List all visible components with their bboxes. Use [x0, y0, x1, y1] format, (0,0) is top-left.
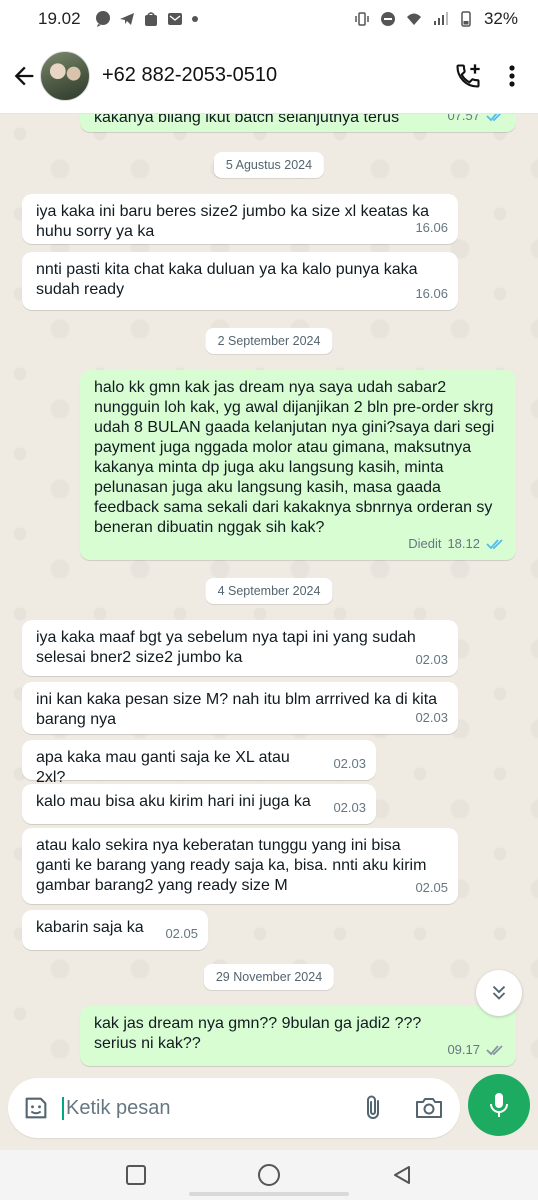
notification-icons	[95, 11, 199, 27]
dnd-icon	[380, 12, 395, 26]
message-time: 02.03	[415, 652, 448, 667]
message-bubble-incoming[interactable]: kabarin saja ka 02.05	[22, 910, 208, 950]
delivered-ticks-icon	[486, 1045, 503, 1056]
message-time: 02.03	[333, 800, 366, 815]
message-meta: 02.03	[415, 708, 448, 728]
message-time: 07.57	[447, 114, 480, 123]
avatar[interactable]	[40, 50, 90, 101]
message-time: 02.03	[415, 710, 448, 725]
message-meta: 16.06	[415, 284, 448, 304]
edited-label: Diedit	[408, 536, 442, 551]
paperclip-icon[interactable]	[362, 1094, 386, 1122]
camera-icon[interactable]	[414, 1094, 444, 1122]
system-navigation-bar	[0, 1150, 538, 1200]
message-meta: 07.57	[447, 114, 506, 126]
date-separator: 29 November 2024	[203, 964, 335, 990]
chat-area[interactable]: kakanya bilang ikut batch selanjutnya te…	[0, 114, 538, 1070]
recents-icon[interactable]	[125, 1164, 147, 1186]
message-bubble-outgoing[interactable]: halo kk gmn kak jas dream nya saya udah …	[80, 370, 516, 560]
message-text: atau kalo sekira nya keberatan tunggu ya…	[36, 837, 427, 894]
mail-icon	[167, 13, 182, 25]
message-input[interactable]	[62, 1096, 322, 1120]
voice-message-button[interactable]	[468, 1074, 530, 1136]
chat-header: +62 882-2053-0510	[0, 38, 538, 114]
sticker-icon[interactable]	[22, 1094, 50, 1122]
message-bubble-incoming[interactable]: ini kan kaka pesan size M? nah itu blm a…	[22, 682, 458, 734]
message-input-box[interactable]	[8, 1078, 460, 1138]
microphone-icon	[490, 1093, 508, 1117]
status-time: 19.02	[38, 9, 81, 28]
telegram-icon	[119, 13, 134, 25]
message-bubble-incoming[interactable]: iya kaka maaf bgt ya sebelum nya tapi in…	[22, 620, 458, 676]
message-text: kalo mau bisa aku kirim hari ini juga ka	[36, 793, 311, 810]
add-call-icon[interactable]	[454, 62, 482, 90]
message-meta: 02.03	[333, 754, 366, 774]
message-bubble-incoming[interactable]: atau kalo sekira nya keberatan tunggu ya…	[22, 828, 458, 904]
message-text: kakanya bilang ikut batch selanjutnya te…	[94, 114, 400, 126]
message-meta: 02.05	[165, 924, 198, 944]
message-text: apa kaka mau ganti saja ke XL atau 2xl?	[36, 749, 290, 786]
battery-icon	[461, 11, 471, 27]
shop-icon	[144, 12, 157, 26]
date-separator: 4 September 2024	[205, 578, 333, 604]
chat-notification-icon	[95, 11, 110, 27]
message-meta: 02.05	[415, 878, 448, 898]
date-separator: 5 Agustus 2024	[213, 152, 325, 178]
message-text: halo kk gmn kak jas dream nya saya udah …	[94, 379, 495, 536]
message-time: 02.03	[333, 756, 366, 771]
message-time: 02.05	[165, 926, 198, 941]
scroll-to-bottom-button[interactable]	[476, 970, 522, 1016]
status-bar: 19.02 32%	[0, 0, 538, 38]
more-vertical-icon[interactable]	[508, 64, 516, 88]
message-meta: 16.06	[415, 218, 448, 238]
wifi-icon	[406, 13, 421, 25]
message-time: 16.06	[415, 286, 448, 301]
battery-percent: 32%	[483, 9, 518, 28]
home-icon[interactable]	[257, 1163, 281, 1187]
dot-icon	[191, 16, 198, 22]
message-bubble-incoming[interactable]: nnti pasti kita chat kaka duluan ya ka k…	[22, 252, 458, 310]
date-separator: 2 September 2024	[205, 328, 333, 354]
contact-name[interactable]: +62 882-2053-0510	[102, 64, 277, 87]
message-time: 09.17	[447, 1042, 480, 1057]
message-meta: 02.03	[415, 650, 448, 670]
message-bubble-outgoing[interactable]: kakanya bilang ikut batch selanjutnya te…	[80, 114, 516, 132]
message-text: iya kaka ini baru beres size2 jumbo ka s…	[36, 203, 430, 240]
message-bubble-outgoing[interactable]: kak jas dream nya gmn?? 9bulan ga jadi2 …	[80, 1006, 516, 1066]
system-icons: 32%	[354, 9, 518, 29]
message-bubble-incoming[interactable]: iya kaka ini baru beres size2 jumbo ka s…	[22, 194, 458, 244]
read-ticks-icon	[486, 114, 502, 122]
message-text: iya kaka maaf bgt ya sebelum nya tapi in…	[36, 629, 416, 666]
gesture-handle	[189, 1192, 349, 1196]
double-chevron-down-icon	[492, 985, 506, 1000]
back-icon[interactable]	[391, 1164, 413, 1186]
vibrate-icon	[355, 12, 369, 26]
composer-bar	[0, 1070, 538, 1150]
message-text: nnti pasti kita chat kaka duluan ya ka k…	[36, 261, 418, 298]
message-text: kak jas dream nya gmn?? 9bulan ga jadi2 …	[94, 1015, 422, 1052]
message-text: ini kan kaka pesan size M? nah itu blm a…	[36, 691, 438, 728]
message-meta: Diedit 18.12	[408, 534, 506, 554]
back-arrow-icon[interactable]	[10, 62, 38, 90]
message-meta: 09.17	[447, 1040, 506, 1060]
read-ticks-icon	[486, 539, 503, 550]
message-time: 18.12	[447, 536, 480, 551]
message-time: 02.05	[415, 880, 448, 895]
message-time: 16.06	[415, 220, 448, 235]
message-meta: 02.03	[333, 798, 366, 818]
message-bubble-incoming[interactable]: apa kaka mau ganti saja ke XL atau 2xl? …	[22, 740, 376, 786]
message-bubble-incoming[interactable]: kalo mau bisa aku kirim hari ini juga ka…	[22, 784, 376, 824]
signal-icon	[433, 12, 448, 25]
